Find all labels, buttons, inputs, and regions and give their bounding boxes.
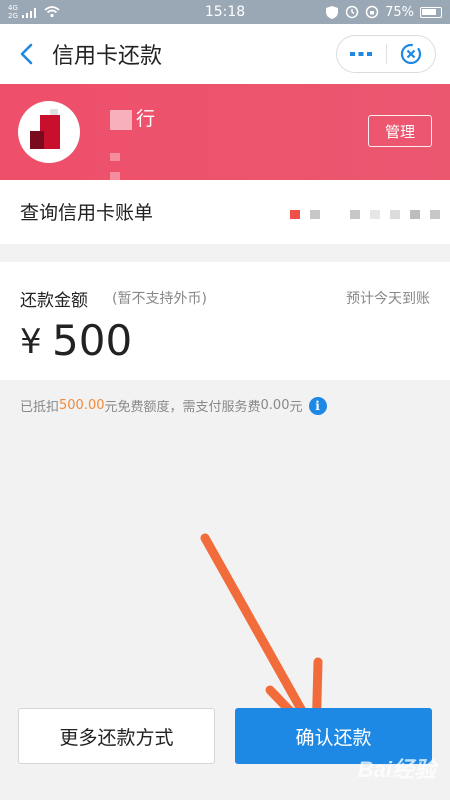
battery-icon [420, 6, 442, 18]
signal-icon [21, 7, 36, 18]
alarm-icon [345, 5, 359, 19]
battery-percent: 75% [385, 4, 414, 20]
page-title: 信用卡还款 [52, 44, 163, 69]
network-indicator: 4G 2G [8, 4, 18, 20]
service-fee: 0.00 [260, 398, 290, 413]
manage-button[interactable]: 管理 [368, 115, 432, 147]
bank-name-mask [110, 109, 132, 130]
status-right: 75% [325, 5, 442, 20]
network-top: 4G [8, 4, 18, 12]
back-button[interactable] [0, 24, 52, 84]
query-bill-label: 查询信用卡账单 [20, 202, 154, 224]
shield-icon [326, 5, 339, 19]
fee-suffix: 元 [289, 400, 303, 415]
fee-middle: 元免费额度，需支付服务费 [104, 400, 261, 415]
more-button[interactable] [337, 36, 386, 72]
fee-free-amount: 500.00 [59, 398, 105, 413]
more-dots-icon [350, 52, 373, 56]
nav-bar: 信用卡还款 [0, 24, 450, 84]
arrival-time: 预计今天到账 [346, 291, 430, 307]
amount-title: 还款金额 [20, 291, 88, 311]
amount-note: (暂不支持外币) [112, 291, 207, 307]
wifi-icon [44, 6, 60, 18]
mini-program-capsule [336, 35, 436, 73]
lock-rotation-icon [365, 5, 379, 19]
bank-name-text: 行 [136, 108, 156, 130]
status-bar: 4G 2G 15:18 75% [0, 0, 450, 24]
baidu-watermark: Bai经验 [357, 757, 436, 782]
info-icon[interactable]: i [308, 396, 327, 415]
status-left: 4G 2G [8, 4, 60, 20]
fee-description: 已抵扣 500.00 元免费额度，需支付服务费 0.00 元 i [20, 396, 327, 415]
bank-logo [18, 101, 80, 163]
more-repay-methods-button[interactable]: 更多还款方式 [18, 708, 215, 764]
close-button[interactable] [387, 36, 436, 72]
card-number-mask [110, 146, 170, 180]
fee-prefix: 已抵扣 [20, 400, 60, 415]
amount-input[interactable]: 500 [52, 316, 132, 365]
network-bottom: 2G [8, 12, 18, 20]
bank-name: 行 [110, 104, 155, 131]
status-time: 15:18 [204, 4, 246, 20]
currency-symbol: ¥ [20, 322, 42, 362]
close-circle-icon [400, 43, 421, 65]
card-number-dots [290, 210, 450, 220]
chevron-left-icon [20, 43, 33, 65]
